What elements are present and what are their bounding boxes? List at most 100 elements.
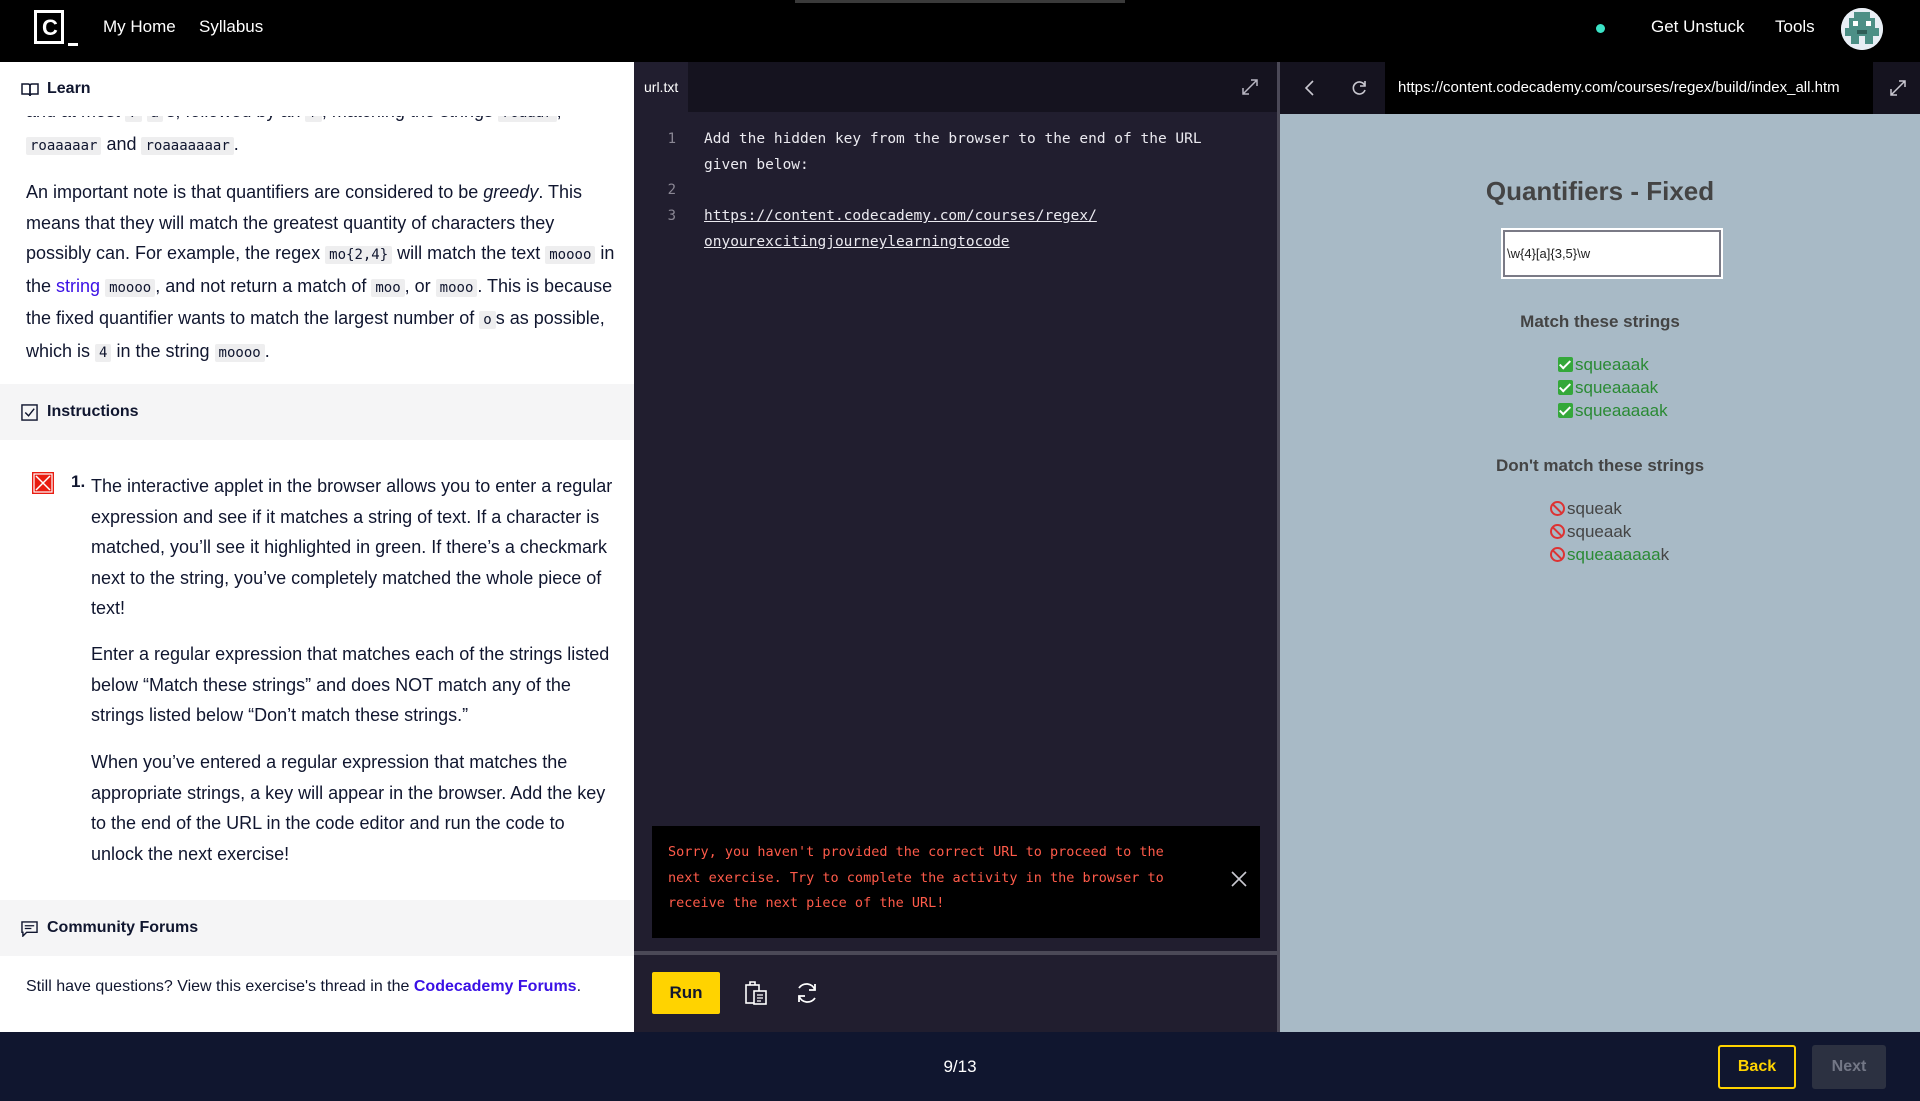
file-tab-url-txt[interactable]: url.txt bbox=[634, 62, 688, 112]
text-run: , and not return a match of bbox=[155, 275, 372, 296]
emphasis: greedy bbox=[483, 182, 539, 202]
top-progress-line bbox=[795, 0, 1125, 3]
error-text: Sorry, you haven't provided the correct … bbox=[668, 844, 1164, 911]
status-dot bbox=[1596, 24, 1605, 33]
browser-url-field[interactable]: https://content.codecademy.com/courses/r… bbox=[1385, 62, 1873, 114]
inline-code: moo bbox=[371, 278, 405, 297]
nav-get-unstuck[interactable]: Get Unstuck bbox=[1651, 17, 1745, 37]
text-run: will match the text bbox=[392, 243, 546, 263]
ban-icon bbox=[1550, 501, 1565, 516]
inline-code: moooo bbox=[214, 343, 265, 362]
forum-text-body: Still have questions? View this exercise… bbox=[26, 978, 414, 995]
inline-code: roaaaaar bbox=[26, 136, 102, 155]
code-line-1[interactable]: Add the hidden key from the browser to t… bbox=[704, 126, 1202, 152]
match-string: squeaaaaak bbox=[1558, 400, 1668, 422]
learn-paragraph-2: An important note is that quantifiers ar… bbox=[26, 177, 616, 368]
avatar[interactable] bbox=[1841, 8, 1883, 50]
inline-code: moooo bbox=[545, 246, 596, 264]
inline-code: roaaaaaaar bbox=[141, 136, 234, 155]
instructions-title: Instructions bbox=[47, 403, 139, 420]
community-forums-title: Community Forums bbox=[47, 919, 199, 936]
nomatch-heading: Don't match these strings bbox=[1495, 456, 1705, 475]
inline-code: o bbox=[479, 311, 496, 329]
learn-title: Learn bbox=[47, 80, 91, 97]
top-nav: C My Home Syllabus Get Unstuck Tools bbox=[0, 0, 1920, 62]
logo-underscore bbox=[68, 43, 78, 46]
instruction-paragraph-1: The interactive applet in the browser al… bbox=[91, 476, 613, 618]
nomatch-unmatched-part: squeaak bbox=[1567, 522, 1632, 541]
community-forums-header: Community Forums bbox=[0, 900, 634, 956]
match-heading: Match these strings bbox=[1520, 312, 1680, 331]
forums-link[interactable]: Codecademy Forums bbox=[414, 978, 577, 995]
run-button[interactable]: Run bbox=[652, 972, 720, 1014]
learn-header: Learn bbox=[0, 62, 634, 116]
forum-text-end: . bbox=[576, 978, 582, 995]
chevron-left-icon[interactable] bbox=[1300, 78, 1320, 98]
instructions-header: Instructions bbox=[0, 384, 634, 440]
match-string: squeaaaak bbox=[1558, 377, 1658, 399]
match-string-text: squeaaak bbox=[1575, 355, 1649, 374]
nav-my-home[interactable]: My Home bbox=[103, 17, 176, 37]
check-icon bbox=[1558, 403, 1573, 418]
line-number: 1 bbox=[667, 131, 676, 147]
codecademy-logo[interactable]: C bbox=[34, 10, 78, 48]
inline-code: moooo bbox=[105, 278, 156, 297]
chat-bubble-icon bbox=[21, 921, 38, 937]
step-number: 1. bbox=[71, 472, 86, 491]
match-string-text: squeaaaak bbox=[1575, 378, 1659, 397]
copy-code-icon[interactable] bbox=[742, 979, 770, 1007]
text-run: and bbox=[101, 133, 142, 154]
regex-input[interactable] bbox=[1501, 228, 1723, 279]
book-icon bbox=[21, 83, 39, 97]
instruction-paragraph-3: When you’ve entered a regular expression… bbox=[91, 752, 606, 864]
run-bar: Run bbox=[634, 951, 1277, 1032]
inline-code: mo{2,4} bbox=[325, 246, 393, 264]
expand-icon[interactable] bbox=[1240, 77, 1260, 97]
avatar-pixel-icon bbox=[1841, 8, 1883, 50]
nav-tools[interactable]: Tools bbox=[1775, 17, 1815, 37]
code-line-1-wrap[interactable]: given below: bbox=[704, 152, 809, 178]
glossary-link[interactable]: string bbox=[56, 276, 100, 296]
task-failed-icon bbox=[32, 472, 54, 494]
code-line-3[interactable]: https://content.codecademy.com/courses/r… bbox=[704, 203, 1097, 229]
logo-box: C bbox=[34, 10, 64, 44]
nomatch-unmatched-part: squeak bbox=[1567, 499, 1622, 518]
bottom-bar: 9/13 Back Next bbox=[0, 1032, 1920, 1101]
applet-title: Quantifiers - Fixed bbox=[1485, 176, 1715, 206]
nomatch-string: squeaak bbox=[1550, 521, 1631, 543]
match-string-text: squeaaaaak bbox=[1575, 401, 1668, 420]
checkbox-icon bbox=[21, 404, 38, 421]
instruction-paragraph-2: Enter a regular expression that matches … bbox=[91, 644, 610, 725]
code-editor: url.txt 1 2 3 Add the hidden key from th… bbox=[634, 62, 1277, 1032]
error-message: Sorry, you haven't provided the correct … bbox=[652, 826, 1260, 938]
nav-syllabus[interactable]: Syllabus bbox=[199, 17, 263, 37]
reset-code-icon[interactable] bbox=[793, 979, 821, 1007]
text-run: An important note is that quantifiers ar… bbox=[26, 182, 484, 202]
line-number: 2 bbox=[667, 182, 676, 198]
editor-tab-bar: url.txt bbox=[634, 62, 1277, 112]
inline-code: mooo bbox=[435, 278, 478, 297]
next-button[interactable]: Next bbox=[1812, 1045, 1886, 1089]
text-run: , or bbox=[404, 275, 436, 296]
text-run: . bbox=[264, 340, 270, 361]
line-number: 3 bbox=[667, 208, 676, 224]
nomatch-unmatched-part: k bbox=[1660, 545, 1670, 564]
check-icon bbox=[1558, 357, 1573, 372]
learn-panel: Learn and at most 7 a's, followed by an … bbox=[0, 62, 634, 1032]
exercise-progress: 9/13 bbox=[943, 1057, 977, 1076]
match-string: squeaaak bbox=[1558, 354, 1649, 376]
check-icon bbox=[1558, 380, 1573, 395]
ban-icon bbox=[1550, 547, 1565, 562]
nomatch-string: squeaaaaaak bbox=[1550, 544, 1669, 566]
browser-toolbar: https://content.codecademy.com/courses/r… bbox=[1280, 62, 1920, 114]
inline-code: 4 bbox=[95, 343, 112, 362]
logo-letter: C bbox=[42, 15, 58, 40]
nomatch-matched-part: squeaaaaaa bbox=[1567, 545, 1661, 564]
expand-icon[interactable] bbox=[1888, 78, 1908, 98]
ban-icon bbox=[1550, 524, 1565, 539]
text-run: . bbox=[233, 133, 239, 154]
close-icon[interactable] bbox=[1230, 870, 1248, 888]
code-line-3-wrap[interactable]: onyourexcitingjourneylearningtocode bbox=[704, 229, 1010, 255]
refresh-icon[interactable] bbox=[1350, 78, 1370, 98]
back-button[interactable]: Back bbox=[1718, 1045, 1796, 1089]
